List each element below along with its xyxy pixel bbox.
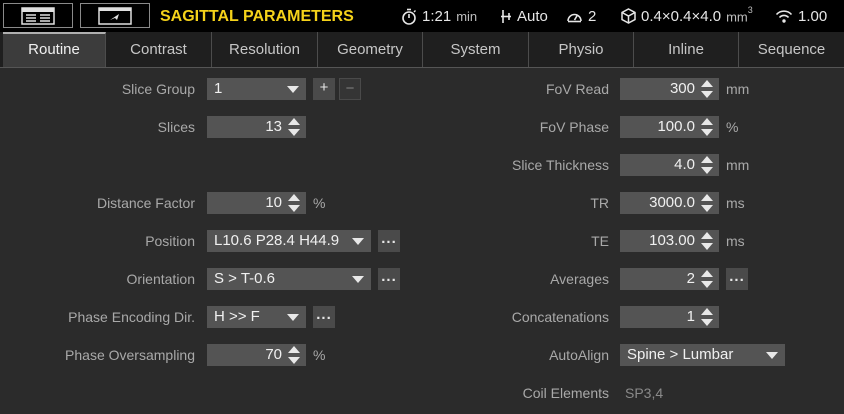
tab-geometry[interactable]: Geometry <box>318 32 423 67</box>
layout-icon <box>21 6 55 25</box>
chevron-down-icon <box>766 352 778 359</box>
up-down-arrows-icon <box>701 270 713 288</box>
slice-group-select[interactable]: 1 <box>207 78 306 100</box>
page-title: SAGITTAL PARAMETERS <box>160 8 354 25</box>
distance-factor-stepper[interactable]: 10 <box>207 192 306 214</box>
tr-label: TR <box>590 195 609 211</box>
up-down-arrows-icon <box>701 118 713 136</box>
orientation-more-button[interactable]: ... <box>378 268 400 290</box>
slice-thickness-stepper[interactable]: 4.0 <box>620 154 719 176</box>
slices-stepper[interactable]: 13 <box>207 116 306 138</box>
orientation-select[interactable]: S > T-0.6 <box>207 268 371 290</box>
coil-elements-label: Coil Elements <box>522 385 609 401</box>
table-mode: Auto <box>500 0 548 32</box>
cube-icon <box>621 8 636 24</box>
position-select[interactable]: L10.6 P28.4 H44.9 <box>207 230 371 252</box>
remove-slice-group-button[interactable]: − <box>339 78 361 100</box>
autoalign-select[interactable]: Spine > Lumbar <box>620 344 785 366</box>
position-more-button[interactable]: ... <box>378 230 400 252</box>
up-down-arrows-icon <box>701 80 713 98</box>
coil-elements-value: SP3,4 <box>625 385 664 401</box>
fov-phase-label: FoV Phase <box>539 119 609 135</box>
te-stepper[interactable]: 103.00 <box>620 230 719 252</box>
signal-level: 1.00 <box>775 0 827 32</box>
tab-bar: Routine Contrast Resolution Geometry Sys… <box>0 32 844 67</box>
tab-system[interactable]: System <box>423 32 529 67</box>
chevron-down-icon <box>352 276 364 283</box>
slice-group-label: Slice Group <box>121 81 195 97</box>
chevron-down-icon <box>287 86 299 93</box>
averages-stepper[interactable]: 2 <box>620 268 719 290</box>
averages-more-button[interactable]: ... <box>726 268 748 290</box>
up-down-arrows-icon <box>701 194 713 212</box>
tab-physio[interactable]: Physio <box>529 32 634 67</box>
slice-thickness-label: Slice Thickness <box>511 157 609 173</box>
fov-phase-unit: % <box>726 119 739 135</box>
table-move-icon <box>501 9 511 23</box>
tab-contrast[interactable]: Contrast <box>106 32 212 67</box>
orientation-label: Orientation <box>126 271 195 287</box>
fov-read-stepper[interactable]: 300 <box>620 78 719 100</box>
distance-factor-unit: % <box>313 195 326 211</box>
scan-time: 1:21 min <box>401 0 477 32</box>
tr-unit: ms <box>726 195 745 211</box>
concatenations-label: Concatenations <box>511 309 609 325</box>
up-down-arrows-icon <box>701 308 713 326</box>
up-down-arrows-icon <box>701 156 713 174</box>
fov-read-unit: mm <box>726 81 750 97</box>
tab-resolution[interactable]: Resolution <box>212 32 318 67</box>
phase-oversampling-label: Phase Oversampling <box>65 347 195 363</box>
tab-sequence[interactable]: Sequence <box>739 32 844 67</box>
up-down-arrows-icon <box>288 118 300 136</box>
tab-divider <box>0 67 844 68</box>
fov-read-label: FoV Read <box>545 81 609 97</box>
gauge-count: 2 <box>566 0 596 32</box>
phase-oversampling-unit: % <box>313 347 326 363</box>
averages-label: Averages <box>550 271 609 287</box>
up-down-arrows-icon <box>701 232 713 250</box>
fov-phase-stepper[interactable]: 100.0 <box>620 116 719 138</box>
layout-button[interactable] <box>3 3 73 28</box>
phase-encoding-more-button[interactable]: ... <box>313 306 335 328</box>
voxel-size: 0.4×0.4×4.0 mm3 <box>621 0 753 32</box>
up-down-arrows-icon <box>288 346 300 364</box>
phase-encoding-label: Phase Encoding Dir. <box>68 309 195 325</box>
autoalign-label: AutoAlign <box>549 347 609 363</box>
tab-routine[interactable]: Routine <box>3 32 106 67</box>
add-slice-group-button[interactable]: + <box>313 78 335 100</box>
phase-oversampling-stepper[interactable]: 70 <box>207 344 306 366</box>
navigate-button[interactable] <box>80 3 150 28</box>
distance-factor-label: Distance Factor <box>96 195 195 211</box>
tr-stepper[interactable]: 3000.0 <box>620 192 719 214</box>
stopwatch-icon <box>402 8 416 25</box>
header-bar: SAGITTAL PARAMETERS 1:21 min Auto 2 0.4×… <box>0 0 844 32</box>
tab-inline[interactable]: Inline <box>634 32 739 67</box>
position-label: Position <box>145 233 195 249</box>
signal-icon <box>775 9 793 23</box>
te-label: TE <box>591 233 609 249</box>
up-down-arrows-icon <box>288 194 300 212</box>
chevron-down-icon <box>287 314 299 321</box>
concatenations-stepper[interactable]: 1 <box>620 306 719 328</box>
arrow-box-icon <box>98 6 132 25</box>
te-unit: ms <box>726 233 745 249</box>
slice-thickness-unit: mm <box>726 157 750 173</box>
phase-encoding-select[interactable]: H >> F <box>207 306 306 328</box>
slices-label: Slices <box>157 119 195 135</box>
chevron-down-icon <box>352 238 364 245</box>
gauge-icon <box>567 13 582 22</box>
